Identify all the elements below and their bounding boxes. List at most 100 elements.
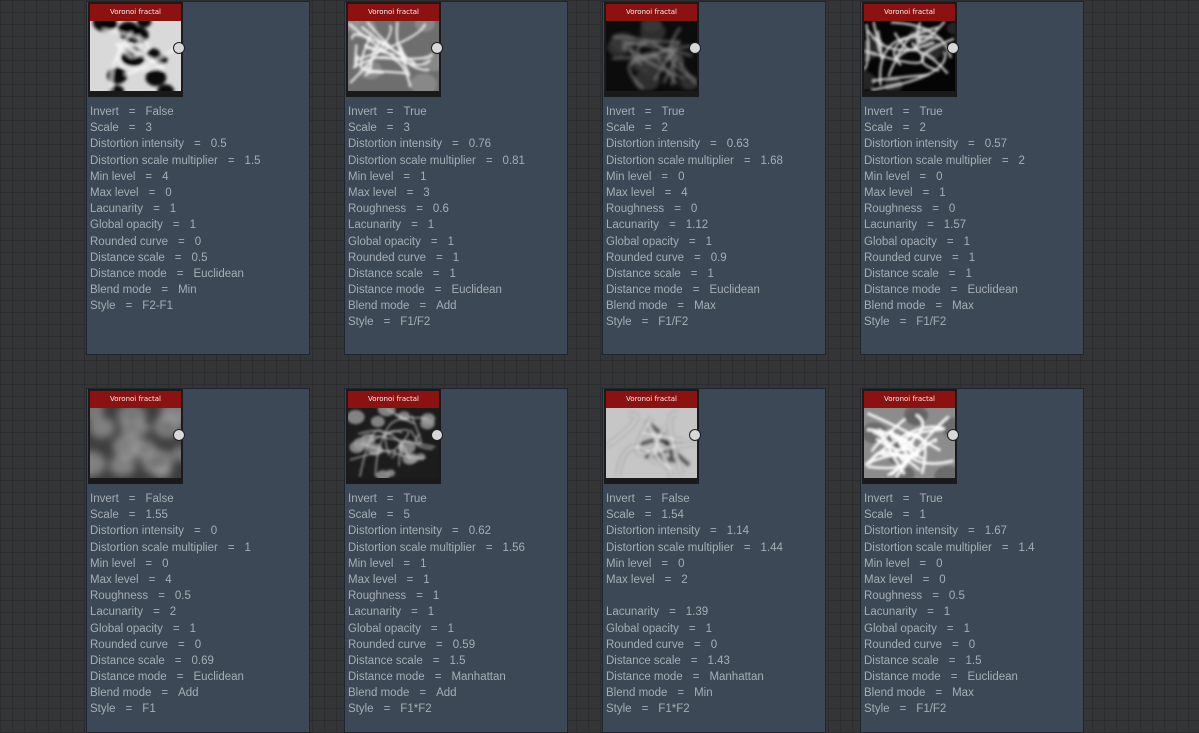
- property-value: 0.81: [502, 154, 525, 167]
- node-title[interactable]: Voronoi fractal: [90, 391, 181, 408]
- property-value: Euclidean: [193, 671, 244, 684]
- node-title[interactable]: Voronoi fractal: [348, 4, 439, 21]
- node-preview[interactable]: Voronoi fractal: [604, 2, 699, 97]
- property-value: 4: [162, 170, 169, 183]
- property-value: F1: [142, 703, 156, 716]
- property-value: 1: [705, 235, 712, 248]
- equals-sign: =: [416, 590, 423, 603]
- property-row: Scale = 1.55: [90, 507, 308, 523]
- property-label: Blend mode: [90, 284, 152, 297]
- output-port[interactable]: [947, 42, 959, 54]
- property-row: Blend mode = Min: [90, 282, 308, 298]
- property-row: Rounded curve = 0: [90, 637, 308, 653]
- node-title[interactable]: Voronoi fractal: [90, 4, 181, 21]
- node-properties: Invert = True Scale = 3 Distortion intensity = 0…: [348, 104, 566, 331]
- property-label: Blend mode: [864, 687, 926, 700]
- equals-sign: =: [403, 170, 411, 183]
- property-label: Max level: [864, 573, 913, 586]
- output-port[interactable]: [431, 42, 443, 54]
- node-title[interactable]: Voronoi fractal: [606, 4, 697, 21]
- voronoi-fractal-node[interactable]: Voronoi fractal Invert = True Scale = 2 Distor…: [860, 1, 1084, 355]
- property-label: Distortion scale multiplier: [606, 154, 734, 167]
- node-preview[interactable]: Voronoi fractal: [346, 389, 441, 484]
- property-label: Blend mode: [606, 687, 668, 700]
- equals-sign: =: [174, 251, 182, 264]
- node-preview[interactable]: Voronoi fractal: [862, 389, 957, 484]
- property-row: Invert = False: [90, 491, 308, 507]
- property-value: 4: [681, 186, 688, 199]
- output-port[interactable]: [689, 42, 701, 54]
- property-label: Rounded curve: [348, 638, 426, 651]
- property-value: 1: [420, 557, 427, 570]
- property-row: Distortion scale multiplier = 1.4: [864, 540, 1082, 556]
- property-row: Max level = 1: [864, 185, 1082, 201]
- property-label: Lacunarity: [348, 606, 402, 619]
- property-row: Max level = 3: [348, 185, 566, 201]
- equals-sign: =: [935, 300, 943, 313]
- equals-sign: =: [644, 106, 652, 118]
- property-row: Invert = True: [864, 491, 1082, 507]
- output-port[interactable]: [431, 429, 443, 441]
- property-value: 0: [948, 203, 956, 216]
- property-value: 0: [936, 557, 943, 570]
- equals-sign: =: [153, 203, 160, 216]
- equals-sign: =: [641, 316, 649, 329]
- equals-sign: =: [406, 573, 414, 586]
- voronoi-fractal-node[interactable]: Voronoi fractal Invert = True Scale = 1 Distor…: [860, 388, 1084, 733]
- equals-sign: =: [172, 219, 180, 232]
- property-value: 0.6: [432, 203, 449, 216]
- node-properties: Invert = False Scale = 1.55 Distortion intensi…: [90, 491, 308, 718]
- equals-sign: =: [669, 219, 676, 232]
- property-label: Rounded curve: [606, 638, 684, 651]
- voronoi-fractal-node[interactable]: Voronoi fractal Invert = False Scale = 1.54 Di…: [602, 388, 826, 733]
- property-label: Style: [606, 703, 632, 716]
- property-label: Distortion intensity: [606, 525, 700, 538]
- node-title[interactable]: Voronoi fractal: [864, 391, 955, 408]
- property-label: Style: [90, 703, 116, 716]
- output-port[interactable]: [173, 42, 185, 54]
- node-title[interactable]: Voronoi fractal: [348, 391, 439, 408]
- equals-sign: =: [383, 316, 391, 329]
- node-title[interactable]: Voronoi fractal: [606, 391, 697, 408]
- property-row: Blend mode = Add: [348, 685, 566, 701]
- property-label: Distortion scale multiplier: [348, 541, 476, 554]
- node-title[interactable]: Voronoi fractal: [864, 4, 955, 21]
- output-port[interactable]: [947, 429, 959, 441]
- equals-sign: =: [176, 671, 184, 684]
- property-value: 0.63: [726, 138, 750, 151]
- property-row: Min level = 0: [606, 169, 824, 185]
- property-label: Scale: [864, 122, 893, 135]
- voronoi-fractal-node[interactable]: Voronoi fractal Invert = False Scale = 3 Disto…: [86, 1, 310, 355]
- equals-sign: =: [899, 703, 907, 716]
- node-preview[interactable]: Voronoi fractal: [346, 2, 441, 97]
- property-value: 1: [963, 235, 970, 248]
- property-row: Global opacity = 1: [864, 621, 1082, 637]
- property-value: 1.39: [685, 606, 709, 619]
- equals-sign: =: [403, 557, 411, 570]
- property-row: Style = F1: [90, 701, 308, 717]
- property-value: 1.5: [244, 154, 261, 167]
- property-label: Min level: [90, 557, 136, 570]
- node-preview[interactable]: Voronoi fractal: [604, 389, 699, 484]
- voronoi-fractal-node[interactable]: Voronoi fractal Invert = False Scale = 1.55 Di…: [86, 388, 310, 733]
- node-preview[interactable]: Voronoi fractal: [862, 2, 957, 97]
- voronoi-fractal-node[interactable]: Voronoi fractal Invert = True Scale = 2 Distor…: [602, 1, 826, 355]
- property-value: 0: [162, 557, 169, 570]
- property-label: Roughness: [864, 203, 923, 216]
- equals-sign: =: [661, 170, 669, 183]
- property-value: 1: [452, 251, 460, 264]
- property-row: Invert = True: [864, 104, 1082, 120]
- voronoi-fractal-node[interactable]: Voronoi fractal Invert = True Scale = 5 Distor…: [344, 388, 568, 733]
- output-port[interactable]: [173, 429, 185, 441]
- property-label: Distance mode: [864, 284, 941, 297]
- property-value: 0.69: [191, 654, 214, 667]
- property-value: 0: [210, 525, 218, 538]
- node-preview[interactable]: Voronoi fractal: [88, 2, 183, 97]
- output-port[interactable]: [689, 429, 701, 441]
- voronoi-fractal-node[interactable]: Voronoi fractal Invert = True Scale = 3 Distor…: [344, 1, 568, 355]
- property-row: Max level = 4: [90, 572, 308, 588]
- equals-sign: =: [927, 219, 934, 232]
- property-value: 1.54: [661, 509, 684, 522]
- equals-sign: =: [416, 203, 423, 216]
- node-preview[interactable]: Voronoi fractal: [88, 389, 183, 484]
